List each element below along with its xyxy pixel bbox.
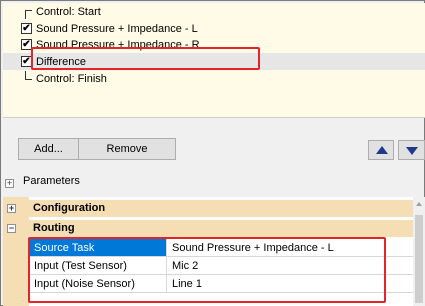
category-routing[interactable]: − Routing (3, 220, 413, 237)
move-down-button[interactable] (398, 140, 425, 160)
task-label: Sound Pressure + Impedance - L (36, 23, 198, 35)
grid-scrollbar[interactable] (413, 197, 425, 306)
scroll-thumb[interactable] (415, 215, 423, 303)
tree-finish-icon (25, 71, 32, 80)
task-highlight-box (31, 47, 260, 70)
task-checkbox[interactable]: ✔ (21, 23, 32, 34)
scroll-up-icon[interactable] (416, 202, 422, 206)
tree-start-icon (25, 10, 32, 19)
arrow-down-icon (406, 147, 418, 155)
routing-highlight-box (28, 237, 386, 303)
category-label: Configuration (33, 202, 106, 214)
category-configuration[interactable]: + Configuration (3, 200, 413, 217)
move-up-button[interactable] (368, 140, 394, 160)
task-label: Control: Start (36, 6, 101, 18)
collapse-minus-icon[interactable]: − (7, 224, 16, 233)
category-label: Routing (33, 222, 75, 234)
task-label: Control: Finish (36, 73, 107, 85)
parameters-expand-icon[interactable]: + (5, 179, 14, 188)
remove-button[interactable]: Remove (78, 138, 176, 160)
add-button[interactable]: Add... (18, 138, 78, 160)
expand-plus-icon[interactable]: + (7, 204, 16, 213)
arrow-up-icon (376, 146, 388, 154)
parameters-label: Parameters (23, 175, 80, 187)
